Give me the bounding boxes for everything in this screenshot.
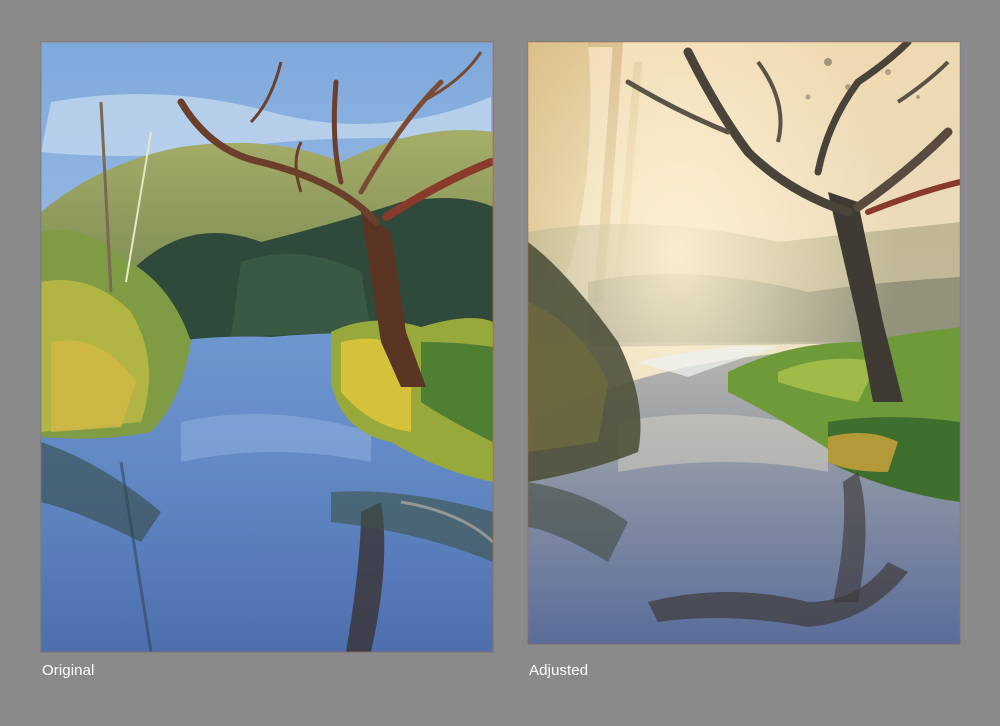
original-painting — [41, 42, 493, 652]
adjusted-painting — [528, 42, 960, 644]
adjusted-caption: Adjusted — [529, 662, 589, 679]
original-caption: Original — [42, 662, 95, 679]
comparison-canvas: Original Adjusted — [0, 0, 1000, 726]
